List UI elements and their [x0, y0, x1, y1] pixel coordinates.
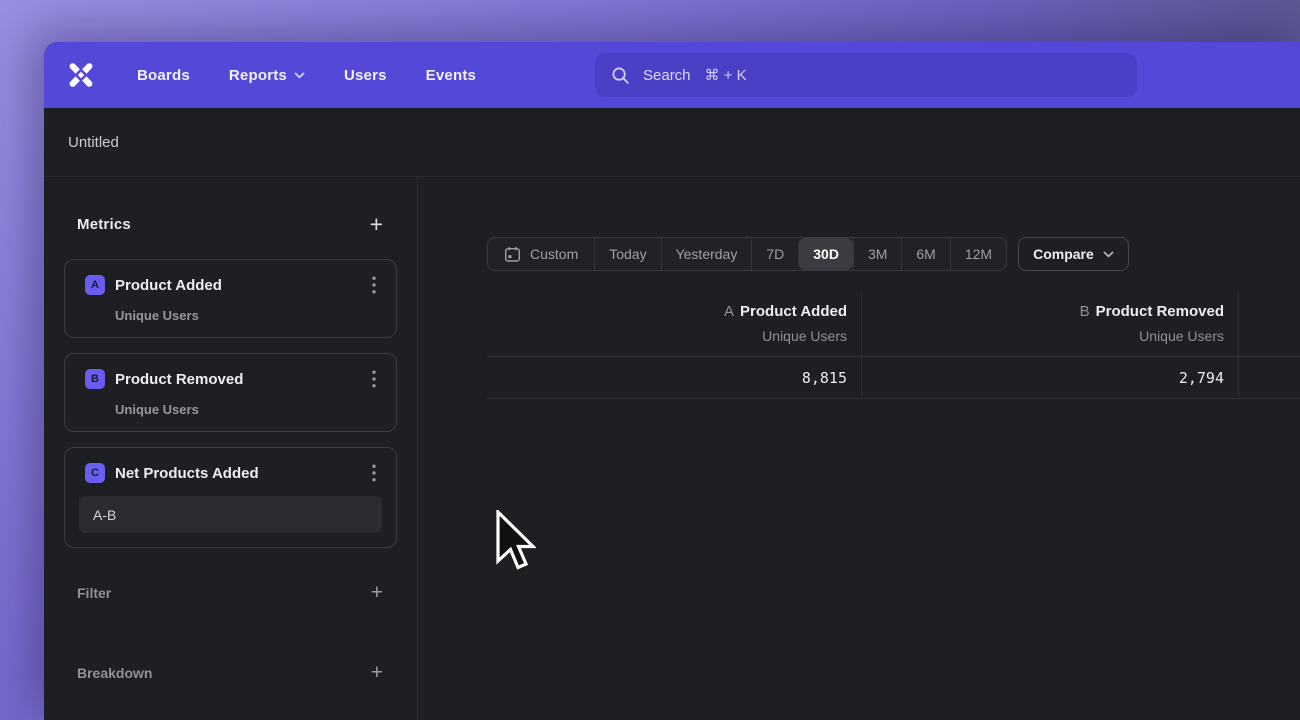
date-range-12m[interactable]: 12M	[950, 238, 1006, 270]
kebab-menu-icon[interactable]	[366, 274, 382, 296]
metric-card-header: A Product Added	[79, 274, 382, 296]
column-name: Product Removed	[1096, 303, 1224, 320]
nav-item-label: Users	[344, 67, 387, 84]
add-breakdown-button[interactable]: +	[371, 662, 383, 684]
chevron-down-icon	[294, 72, 305, 79]
search-input[interactable]: Search ⌘ + K	[595, 53, 1137, 97]
metric-card-b[interactable]: B Product Removed Unique Users	[64, 353, 397, 432]
nav-item-label: Events	[426, 67, 476, 84]
date-range-label: 30D	[813, 246, 839, 262]
nav-menu: Boards Reports Users Events	[137, 67, 476, 84]
column-subtitle: Unique Users	[487, 327, 847, 346]
filter-title: Filter	[77, 585, 111, 601]
metrics-section-header: Metrics +	[64, 210, 397, 238]
search-icon	[611, 66, 630, 85]
date-range-label: Yesterday	[676, 246, 738, 262]
column-badge: B	[1080, 303, 1090, 320]
metric-name: Product Added	[115, 277, 222, 294]
date-range-label: 12M	[965, 246, 992, 262]
nav-item-events[interactable]: Events	[426, 67, 476, 84]
date-range-label: 6M	[916, 246, 935, 262]
calendar-icon	[504, 246, 521, 263]
breakdown-section-header: Breakdown +	[64, 659, 397, 687]
date-range-segmented-control: Custom Today Yesterday 7D 30D 3M 6M 12M	[487, 237, 1007, 271]
table-value-a[interactable]: 8,815	[487, 357, 862, 399]
search-shortcut-hint: ⌘ + K	[705, 66, 747, 84]
date-range-custom[interactable]: Custom	[488, 238, 594, 270]
date-range-yesterday[interactable]: Yesterday	[661, 238, 752, 270]
metric-badge: A	[85, 275, 105, 295]
column-header-b[interactable]: B Product Removed Unique Users	[862, 292, 1239, 357]
metric-card-header: B Product Removed	[79, 368, 382, 390]
filter-section-header: Filter +	[64, 579, 397, 607]
nav-item-label: Reports	[229, 67, 287, 84]
metrics-title: Metrics	[77, 216, 131, 233]
metric-measurement[interactable]: Unique Users	[115, 402, 382, 417]
metric-name: Product Removed	[115, 371, 243, 388]
metric-badge: C	[85, 463, 105, 483]
date-toolbar: Custom Today Yesterday 7D 30D 3M 6M 12M …	[487, 237, 1300, 271]
formula-input[interactable]: A-B	[79, 496, 382, 533]
date-range-label: 3M	[868, 246, 887, 262]
add-filter-button[interactable]: +	[371, 582, 383, 604]
table-value-spacer	[1239, 357, 1300, 399]
metric-badge: B	[85, 369, 105, 389]
kebab-menu-icon[interactable]	[366, 368, 382, 390]
add-metric-button[interactable]: +	[370, 213, 383, 235]
date-range-7d[interactable]: 7D	[751, 238, 798, 270]
search-placeholder: Search	[643, 67, 691, 84]
chevron-down-icon	[1103, 251, 1114, 258]
date-range-label: Today	[609, 246, 646, 262]
metric-name: Net Products Added	[115, 465, 259, 482]
document-title[interactable]: Untitled	[68, 134, 119, 151]
top-navbar: Boards Reports Users Events Search ⌘ + K	[44, 42, 1300, 108]
query-builder-sidebar: Metrics + A Product Added Unique Users B	[44, 177, 418, 720]
date-range-30d-selected[interactable]: 30D	[798, 238, 853, 270]
metric-card-a[interactable]: A Product Added Unique Users	[64, 259, 397, 338]
column-header-spacer	[1239, 292, 1300, 357]
column-badge: A	[724, 303, 734, 320]
date-range-label: 7D	[766, 246, 784, 262]
date-range-today[interactable]: Today	[594, 238, 660, 270]
date-range-label: Custom	[530, 246, 578, 262]
nav-item-label: Boards	[137, 67, 190, 84]
metric-card-header: C Net Products Added	[79, 462, 382, 484]
breakdown-title: Breakdown	[77, 665, 152, 681]
app-window: Boards Reports Users Events Search ⌘ + K	[44, 42, 1300, 720]
date-range-3m[interactable]: 3M	[853, 238, 901, 270]
column-name: Product Added	[740, 303, 847, 320]
nav-item-reports[interactable]: Reports	[229, 67, 305, 84]
kebab-menu-icon[interactable]	[366, 462, 382, 484]
table-value-b[interactable]: 2,794	[862, 357, 1239, 399]
results-table: A Product Added Unique Users B Product Rem…	[487, 292, 1300, 399]
compare-label: Compare	[1033, 246, 1094, 262]
metric-card-c[interactable]: C Net Products Added A-B	[64, 447, 397, 548]
content-area: Metrics + A Product Added Unique Users B	[44, 177, 1300, 720]
metric-measurement[interactable]: Unique Users	[115, 308, 382, 323]
column-header-a[interactable]: A Product Added Unique Users	[487, 292, 862, 357]
nav-item-users[interactable]: Users	[344, 67, 387, 84]
report-main-area: Custom Today Yesterday 7D 30D 3M 6M 12M …	[418, 177, 1300, 720]
date-range-6m[interactable]: 6M	[901, 238, 949, 270]
mixpanel-logo-icon[interactable]	[66, 61, 96, 89]
compare-button[interactable]: Compare	[1018, 237, 1129, 271]
document-header: Untitled	[44, 108, 1300, 177]
desktop: { "app": { "nav": { "items": ["Boards", …	[0, 0, 1300, 720]
column-subtitle: Unique Users	[862, 327, 1224, 346]
nav-item-boards[interactable]: Boards	[137, 67, 190, 84]
